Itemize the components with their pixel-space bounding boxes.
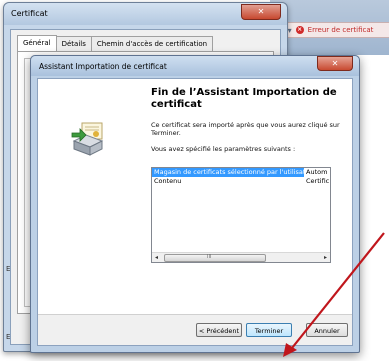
- certificate-error-icon[interactable]: ×: [295, 26, 304, 34]
- scrollbar-grip-icon: III: [207, 254, 212, 260]
- setting-name: Contenu: [154, 177, 182, 185]
- screen: ρ ▾ × Erreur de certificat Certificat ✕ …: [0, 0, 389, 361]
- back-button[interactable]: < Précédent: [196, 323, 242, 337]
- tab-general[interactable]: Général: [17, 35, 57, 51]
- wizard-main-panel: Fin de l’Assistant Importation de certif…: [151, 87, 344, 314]
- finish-button[interactable]: Terminer: [246, 323, 292, 337]
- wizard-description: Ce certificat sera importé après que vou…: [151, 121, 340, 137]
- wizard-body: Fin de l’Assistant Importation de certif…: [37, 78, 353, 346]
- certificate-import-icon: [71, 122, 104, 156]
- setting-name: Magasin de certificats sélectionné par l…: [152, 168, 304, 177]
- certificate-titlebar[interactable]: Certificat ✕: [4, 3, 287, 25]
- horizontal-scrollbar[interactable]: ◂ III ▸: [152, 252, 330, 262]
- wizard-close-button[interactable]: ✕: [317, 56, 353, 71]
- scrollbar-thumb[interactable]: [164, 254, 266, 262]
- settings-listbox[interactable]: Magasin de certificats sélectionné par l…: [151, 167, 331, 263]
- certificate-close-button[interactable]: ✕: [241, 4, 281, 20]
- list-item[interactable]: Contenu Certific: [152, 177, 330, 186]
- certificate-partial-label-2: E: [6, 333, 11, 341]
- scroll-right-icon[interactable]: ▸: [321, 253, 330, 262]
- certificate-partial-label: E: [6, 265, 11, 273]
- tab-certification-path[interactable]: Chemin d'accès de certification: [90, 36, 214, 52]
- wizard-side-panel: [38, 79, 146, 314]
- tab-details[interactable]: Détails: [55, 36, 92, 52]
- setting-value: Autom: [306, 168, 328, 176]
- import-wizard-dialog: Assistant Importation de certificat ✕ Fi…: [30, 55, 360, 353]
- list-item[interactable]: Magasin de certificats sélectionné par l…: [152, 168, 330, 177]
- wizard-heading: Fin de l’Assistant Importation de certif…: [151, 87, 337, 110]
- wizard-titlebar[interactable]: Assistant Importation de certificat ✕: [31, 56, 359, 76]
- certificate-window-title: Certificat: [11, 9, 48, 18]
- setting-value: Certific: [306, 177, 330, 185]
- wizard-content: Fin de l’Assistant Importation de certif…: [38, 79, 352, 315]
- wizard-settings-label: Vous avez spécifié les paramètres suivan…: [151, 145, 296, 153]
- scroll-left-icon[interactable]: ◂: [152, 253, 161, 262]
- certificate-error-text[interactable]: Erreur de certificat: [308, 26, 374, 34]
- cancel-button[interactable]: Annuler: [306, 323, 348, 337]
- address-bar[interactable]: ρ ▾ × Erreur de certificat: [276, 22, 389, 38]
- wizard-window-title: Assistant Importation de certificat: [39, 62, 167, 71]
- certificate-tabs: Général Détails Chemin d'accès de certif…: [17, 35, 214, 52]
